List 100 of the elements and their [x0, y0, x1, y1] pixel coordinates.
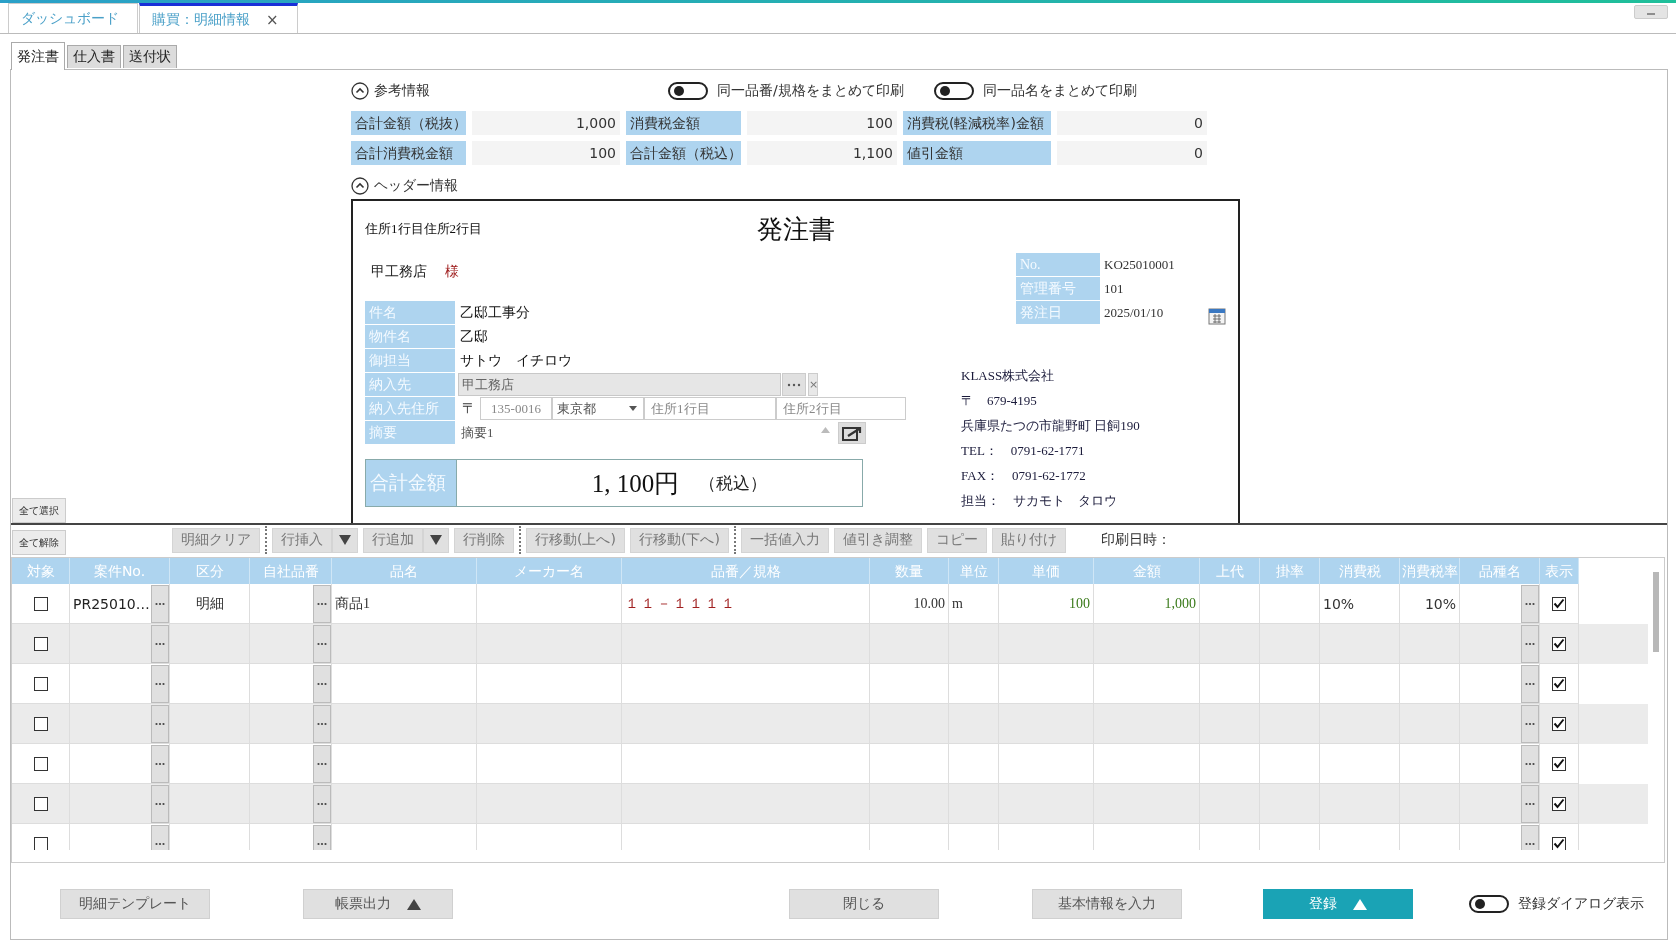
select-all-button[interactable]: 全て選択 [12, 498, 66, 523]
toolbar-button[interactable]: 行移動(下へ) [629, 527, 729, 553]
recipient-name: 甲工務店 [371, 263, 427, 281]
lookup-button[interactable] [1521, 664, 1539, 703]
calendar-icon[interactable] [1208, 306, 1226, 325]
lookup-button[interactable] [313, 744, 331, 783]
collapse-icon[interactable] [351, 82, 369, 100]
summary-value: 100 [747, 111, 897, 135]
toolbar-button[interactable]: 行挿入 [272, 527, 332, 553]
company-info-line: 兵庫県たつの市龍野町 日飼190 [961, 417, 1141, 435]
address-field[interactable]: 住所2行目 [776, 397, 906, 420]
meta-value: 101 [1104, 280, 1125, 297]
company-info-line: TEL： 0791-62-1771 [961, 442, 1086, 460]
row-checkbox[interactable] [1552, 636, 1566, 651]
footer-button[interactable]: 閉じる [789, 889, 939, 919]
form-tab[interactable]: 仕入書 [67, 45, 121, 68]
caret-icon [629, 406, 637, 411]
field-label: 納入先住所 [365, 397, 455, 420]
document-title: 発注書 [756, 213, 835, 246]
summary-value: 100 [472, 141, 620, 165]
row-checkbox[interactable] [1552, 716, 1566, 731]
total-label: 合計金額 [366, 460, 457, 506]
company-info-line: KLASS株式会社 [961, 367, 1056, 385]
form-tab[interactable]: 送付状 [123, 45, 177, 68]
ellipsis-icon [1525, 601, 1535, 606]
address-field[interactable]: 住所1行目 [644, 397, 776, 420]
collapse-icon[interactable] [351, 177, 369, 195]
row-checkbox[interactable] [33, 796, 48, 811]
row-checkbox[interactable] [33, 716, 48, 731]
lookup-button[interactable] [313, 664, 331, 703]
toolbar-button[interactable]: 行削除 [454, 527, 514, 553]
footer-button[interactable]: 基本情報を入力 [1032, 889, 1182, 919]
company-info-line: 〒 679-4195 [961, 392, 1038, 410]
meta-value: 2025/01/10 [1104, 304, 1165, 321]
field-value: サトウ イチロウ [459, 351, 572, 370]
prefecture-dropdown[interactable]: 東京都 [552, 397, 644, 420]
toolbar-button[interactable]: コピー [926, 527, 987, 553]
toolbar-button[interactable]: 値引き調整 [833, 527, 922, 553]
row-checkbox[interactable] [33, 636, 48, 651]
row-checkbox[interactable] [1552, 796, 1566, 811]
lookup-button[interactable] [1521, 744, 1539, 783]
caret-icon [430, 535, 442, 545]
close-button[interactable]: × [266, 10, 279, 29]
summary-value: 0 [1057, 141, 1207, 165]
memo-field[interactable]: 摘要1 [458, 423, 821, 442]
lookup-button[interactable] [313, 584, 331, 623]
row-checkbox[interactable] [1552, 676, 1566, 691]
toolbar-button[interactable]: 行移動(上へ) [526, 527, 625, 553]
postal-code-field[interactable]: 135-0016 [480, 397, 552, 420]
ellipsis-icon [155, 801, 165, 806]
row-checkbox[interactable] [1552, 596, 1566, 611]
dropdown-button[interactable] [423, 527, 449, 553]
export-icon [842, 424, 862, 441]
company-info-line: FAX： 0791-62-1772 [961, 467, 1087, 485]
row-checkbox[interactable] [1552, 836, 1566, 850]
toggle-switch[interactable] [668, 82, 708, 100]
lookup-button[interactable] [151, 744, 169, 783]
row-checkbox[interactable] [33, 596, 48, 611]
meta-label: 管理番号 [1016, 277, 1100, 300]
print-datetime-label: 印刷日時： [1100, 531, 1171, 549]
ellipsis-icon [317, 801, 327, 806]
dropdown-button[interactable] [332, 527, 358, 553]
document-tab[interactable]: 購買：明細情報 × [139, 3, 298, 33]
lookup-button[interactable] [151, 664, 169, 703]
form-tab[interactable]: 発注書 [11, 42, 65, 70]
summary-label: 値引金額 [903, 141, 1051, 165]
deselect-all-button[interactable]: 全て解除 [12, 530, 66, 555]
field-label: 件名 [365, 301, 455, 324]
toolbar-button[interactable]: 明細クリア [172, 527, 260, 553]
ellipsis-icon [787, 382, 801, 387]
export-button[interactable] [838, 421, 866, 444]
ellipsis-icon [155, 681, 165, 686]
ellipsis-icon [317, 721, 327, 726]
delivery-field[interactable]: 甲工務店 [458, 373, 781, 396]
cell-text: PR25010… [73, 595, 150, 612]
field-label: 摘要 [365, 421, 455, 444]
document-tab[interactable]: ダッシュボード [8, 3, 138, 33]
toolbar-button[interactable]: 行追加 [363, 527, 423, 553]
lookup-button[interactable] [1521, 584, 1539, 623]
lookup-button[interactable] [782, 373, 806, 396]
toolbar-button[interactable]: 一括値入力 [740, 527, 829, 553]
row-checkbox[interactable] [33, 756, 48, 771]
row-checkbox[interactable] [33, 676, 48, 691]
row-checkbox[interactable] [1552, 756, 1566, 771]
tax-note: （税込） [699, 472, 768, 495]
lookup-button[interactable] [151, 584, 169, 623]
ellipsis-icon [155, 721, 165, 726]
toggle-label: 同一品番/規格をまとめて印刷 [717, 82, 904, 100]
row-checkbox[interactable] [33, 836, 48, 850]
ellipsis-icon [1525, 841, 1535, 846]
clear-button[interactable]: × [808, 373, 818, 396]
minimize-button[interactable] [1634, 5, 1668, 19]
footer-button[interactable]: 帳票出力 [303, 889, 453, 919]
field-label: 御担当 [365, 349, 455, 372]
footer-button[interactable]: 登録 [1263, 889, 1413, 919]
toolbar-button[interactable]: 貼り付け [991, 527, 1066, 553]
toggle-switch[interactable] [933, 82, 974, 100]
footer-button[interactable]: 明細テンプレート [60, 889, 210, 919]
ellipsis-icon [1525, 761, 1535, 766]
toggle-switch[interactable] [1469, 895, 1509, 913]
